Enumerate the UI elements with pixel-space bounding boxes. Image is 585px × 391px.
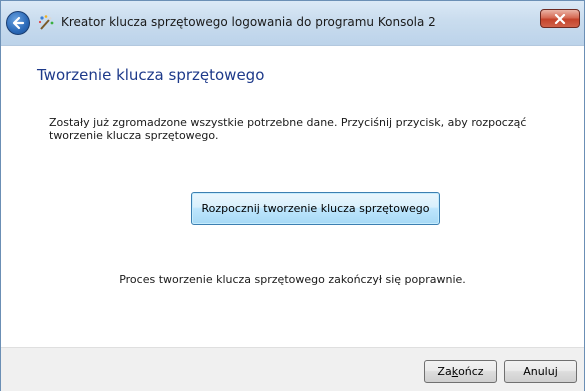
wizard-footer: Za k ończ Anuluj — [1, 347, 584, 391]
cancel-button[interactable]: Anuluj — [504, 360, 577, 383]
wizard-wand-icon — [38, 15, 54, 30]
finish-label-post: ończ — [458, 365, 484, 378]
title-bar[interactable]: Kreator klucza sprzętowego logowania do … — [1, 1, 584, 46]
page-heading: Tworzenie klucza sprzętowego — [37, 66, 265, 84]
status-message: Proces tworzenie klucza sprzętowego zako… — [119, 273, 466, 286]
wizard-content: Tworzenie klucza sprzętowego Zostały już… — [1, 46, 584, 346]
finish-button[interactable]: Za k ończ — [424, 360, 497, 383]
back-arrow-icon — [12, 16, 25, 30]
back-button[interactable] — [6, 11, 30, 35]
wizard-window: Kreator klucza sprzętowego logowania do … — [0, 0, 585, 391]
window-title: Kreator klucza sprzętowego logowania do … — [61, 15, 436, 29]
start-key-creation-button[interactable]: Rozpocznij tworzenie klucza sprzętowego — [191, 192, 440, 225]
close-icon — [554, 13, 566, 24]
page-description: Zostały już zgromadzone wszystkie potrze… — [49, 116, 527, 142]
finish-label-pre: Za — [437, 365, 452, 378]
close-button[interactable] — [540, 9, 580, 28]
